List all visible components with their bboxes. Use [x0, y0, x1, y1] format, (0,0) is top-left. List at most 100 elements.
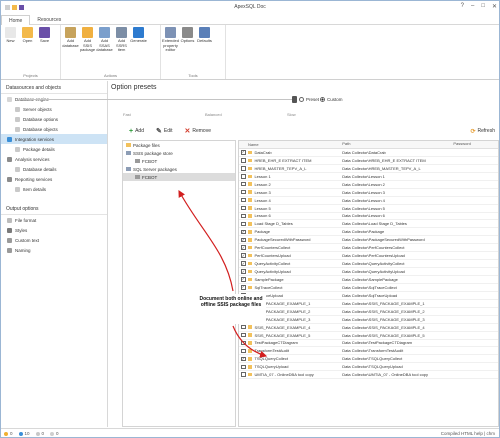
help-button[interactable]: ?: [461, 3, 464, 10]
table-row[interactable]: ✓ SqlTraceCollect Data Collector\SqlTraceC…: [239, 284, 498, 292]
table-row[interactable]: Lesson 3 Data Collector\Lesson 3: [239, 189, 498, 197]
sidebar-item-database-options[interactable]: Database options: [1, 114, 107, 124]
sidebar-item-item-details[interactable]: Item details: [1, 184, 107, 194]
checkbox-checked[interactable]: ✓: [241, 277, 246, 282]
preset-slider-track[interactable]: [19, 99, 292, 100]
table-row[interactable]: ✓ QueryActivityUpload Data Collector\Query…: [239, 268, 498, 276]
sidebar-item-naming[interactable]: Naming: [1, 245, 107, 255]
checkbox[interactable]: [241, 340, 246, 346]
checkbox-checked[interactable]: ✓: [241, 253, 246, 258]
sidebar-item-package-details[interactable]: Package details: [1, 144, 107, 154]
table-row[interactable]: SSIS_PACKAGE_EXAMPLE_1 Data Collector\SSI…: [239, 300, 498, 308]
sidebar-item-server-objects[interactable]: Server objects: [1, 104, 107, 114]
add-ssrs-button[interactable]: Add SSRS item: [113, 27, 130, 79]
sidebar-item-database-objects[interactable]: Database objects: [1, 124, 107, 134]
checkbox-checked[interactable]: ✓: [241, 269, 246, 274]
options-button[interactable]: Options: [179, 27, 196, 79]
table-row[interactable]: ✓SSIS_PACKAGE_EXAMPLE_2Data Collector\SS…: [239, 308, 498, 316]
table-row[interactable]: Lesson 5 Data Collector\Lesson 5: [239, 205, 498, 213]
grid-header-name[interactable]: Name: [248, 141, 342, 148]
close-button[interactable]: ✕: [492, 3, 497, 10]
table-row[interactable]: ✓ PerfCountersCollect Data Collector\PerfC…: [239, 244, 498, 253]
table-row[interactable]: Lesson 4 Data Collector\Lesson 4: [239, 197, 498, 205]
table-row[interactable]: SSIS_PACKAGE_EXAMPLE_3 Data Collector\SSI…: [239, 316, 498, 324]
table-row[interactable]: TestPackageCTDiagram Data Collector\TestP…: [239, 340, 498, 348]
table-row[interactable]: Load Stage D_Tables Data Collector\Load S…: [239, 220, 498, 229]
tab-resources[interactable]: Resources: [30, 15, 68, 24]
new-document-button[interactable]: New: [2, 27, 19, 79]
table-row[interactable]: ✓ SamplePackage Data Collector\SamplePacka…: [239, 276, 498, 284]
sidebar-item-reporting-services[interactable]: Reporting services: [1, 174, 107, 184]
tree-node[interactable]: SQL Server packages: [123, 165, 235, 173]
table-row[interactable]: ✓ TSQLQueryCollect Data Collector\TSQLQuer…: [239, 355, 498, 364]
sidebar-item-analysis-services[interactable]: Analysis services: [1, 154, 107, 164]
custom-radio[interactable]: Custom: [320, 97, 343, 102]
checkbox[interactable]: [241, 197, 246, 203]
minimize-button[interactable]: –: [471, 3, 474, 10]
checkbox[interactable]: [241, 158, 246, 163]
preset-radio[interactable]: Preset: [299, 97, 319, 102]
checkbox-checked[interactable]: ✓: [241, 150, 246, 155]
refresh-button[interactable]: ⟳ Refresh: [470, 128, 495, 135]
checkbox-checked[interactable]: ✓: [241, 230, 246, 235]
add-ssas-button[interactable]: Add SSAS database: [96, 27, 113, 79]
table-row[interactable]: SSIS_PACKAGE_EXAMPLE_5 Data Collector\SSI…: [239, 332, 498, 340]
table-row[interactable]: Lesson 6 Data Collector\Lesson 6: [239, 213, 498, 221]
options-sidebar: Datasources and objectsDatabase engineSe…: [1, 81, 108, 427]
table-row[interactable]: HREB_EHR_E EXTRACT ITEM Data Collector\HR…: [239, 157, 498, 165]
table-row[interactable]: ✓ QueryActivityCollect Data Collector\Quer…: [239, 260, 498, 269]
checkbox[interactable]: [241, 181, 246, 187]
property-editor-button[interactable]: Extended property editor: [162, 27, 179, 79]
tree-node[interactable]: Package files: [123, 141, 235, 149]
table-row[interactable]: ✓ PerfCountersUpload Data Collector\PerfCo…: [239, 252, 498, 261]
checkbox-checked[interactable]: ✓: [241, 261, 246, 266]
checkbox[interactable]: [241, 189, 246, 195]
checkbox-checked[interactable]: ✓: [241, 237, 246, 243]
table-row[interactable]: TSQLQueryUpload Data Collector\TSQLQueryU…: [239, 363, 498, 372]
checkbox[interactable]: [241, 372, 246, 377]
save-button[interactable]: Save: [36, 27, 53, 79]
grid-header-password[interactable]: Password: [453, 141, 498, 148]
table-row[interactable]: ✓ PackageSecuredWithPassword Data Collecto…: [239, 236, 498, 245]
checkbox[interactable]: [241, 324, 246, 330]
preset-slider-handle[interactable]: [292, 96, 297, 103]
checkbox[interactable]: [241, 332, 246, 338]
table-row[interactable]: TransformTestAudit Data Collector\Transfo…: [239, 347, 498, 356]
tree-node[interactable]: SSIS package store: [123, 149, 235, 157]
edit-button[interactable]: ✎ Edit: [156, 127, 173, 135]
defaults-button[interactable]: Defaults: [196, 27, 213, 79]
checkbox-checked[interactable]: ✓: [241, 357, 246, 362]
table-row[interactable]: SSIS_PACKAGE_EXAMPLE_4 Data Collector\SSI…: [239, 324, 498, 332]
tree-node[interactable]: FCBOT: [123, 157, 235, 165]
checkbox[interactable]: [241, 166, 246, 171]
add-database-button[interactable]: Add database: [62, 27, 79, 79]
table-row[interactable]: Lesson 2 Data Collector\Lesson 2: [239, 181, 498, 189]
table-row[interactable]: ✓ Package Data Collector\Package: [239, 228, 498, 237]
grid-header-path[interactable]: Path: [342, 141, 453, 148]
sidebar-item-database-details[interactable]: Database details: [1, 164, 107, 174]
sidebar-item-integration-services[interactable]: Integration services: [1, 134, 107, 144]
checkbox-checked[interactable]: ✓: [241, 245, 246, 250]
maximize-button[interactable]: □: [481, 3, 485, 10]
checkbox[interactable]: [241, 348, 246, 354]
table-row[interactable]: HREB_MASTER_TEPV_A_L Data Collector\HREB_…: [239, 165, 498, 173]
table-row[interactable]: Lesson 1 Data Collector\Lesson 1: [239, 173, 498, 181]
sidebar-item-file-format[interactable]: File format: [1, 215, 107, 225]
add-ssis-button[interactable]: Add SSIS package: [79, 27, 96, 79]
table-row[interactable]: ✓ DataCrab Data Collector\DataCrab: [239, 149, 498, 157]
remove-button[interactable]: ✕ Remove: [185, 127, 212, 135]
generate-button[interactable]: Generate: [130, 27, 147, 79]
checkbox[interactable]: [241, 205, 246, 211]
checkbox[interactable]: [241, 213, 246, 219]
checkbox-checked[interactable]: ✓: [241, 285, 246, 290]
tree-node[interactable]: FCBOT: [123, 173, 235, 181]
checkbox[interactable]: [241, 174, 246, 179]
open-folder-button[interactable]: Open: [19, 27, 36, 79]
checkbox[interactable]: [241, 221, 246, 227]
checkbox[interactable]: [241, 364, 246, 370]
sidebar-item-styles[interactable]: Styles: [1, 225, 107, 235]
table-row[interactable]: UMTIA_07 - OnlineDBA tool copy Data Colle…: [239, 371, 498, 380]
table-row[interactable]: ✓SqlTraceUploadData Collector\SqlTraceUp…: [239, 292, 498, 300]
sidebar-item-custom-text[interactable]: Custom text: [1, 235, 107, 245]
add-button[interactable]: + Add: [129, 128, 144, 135]
